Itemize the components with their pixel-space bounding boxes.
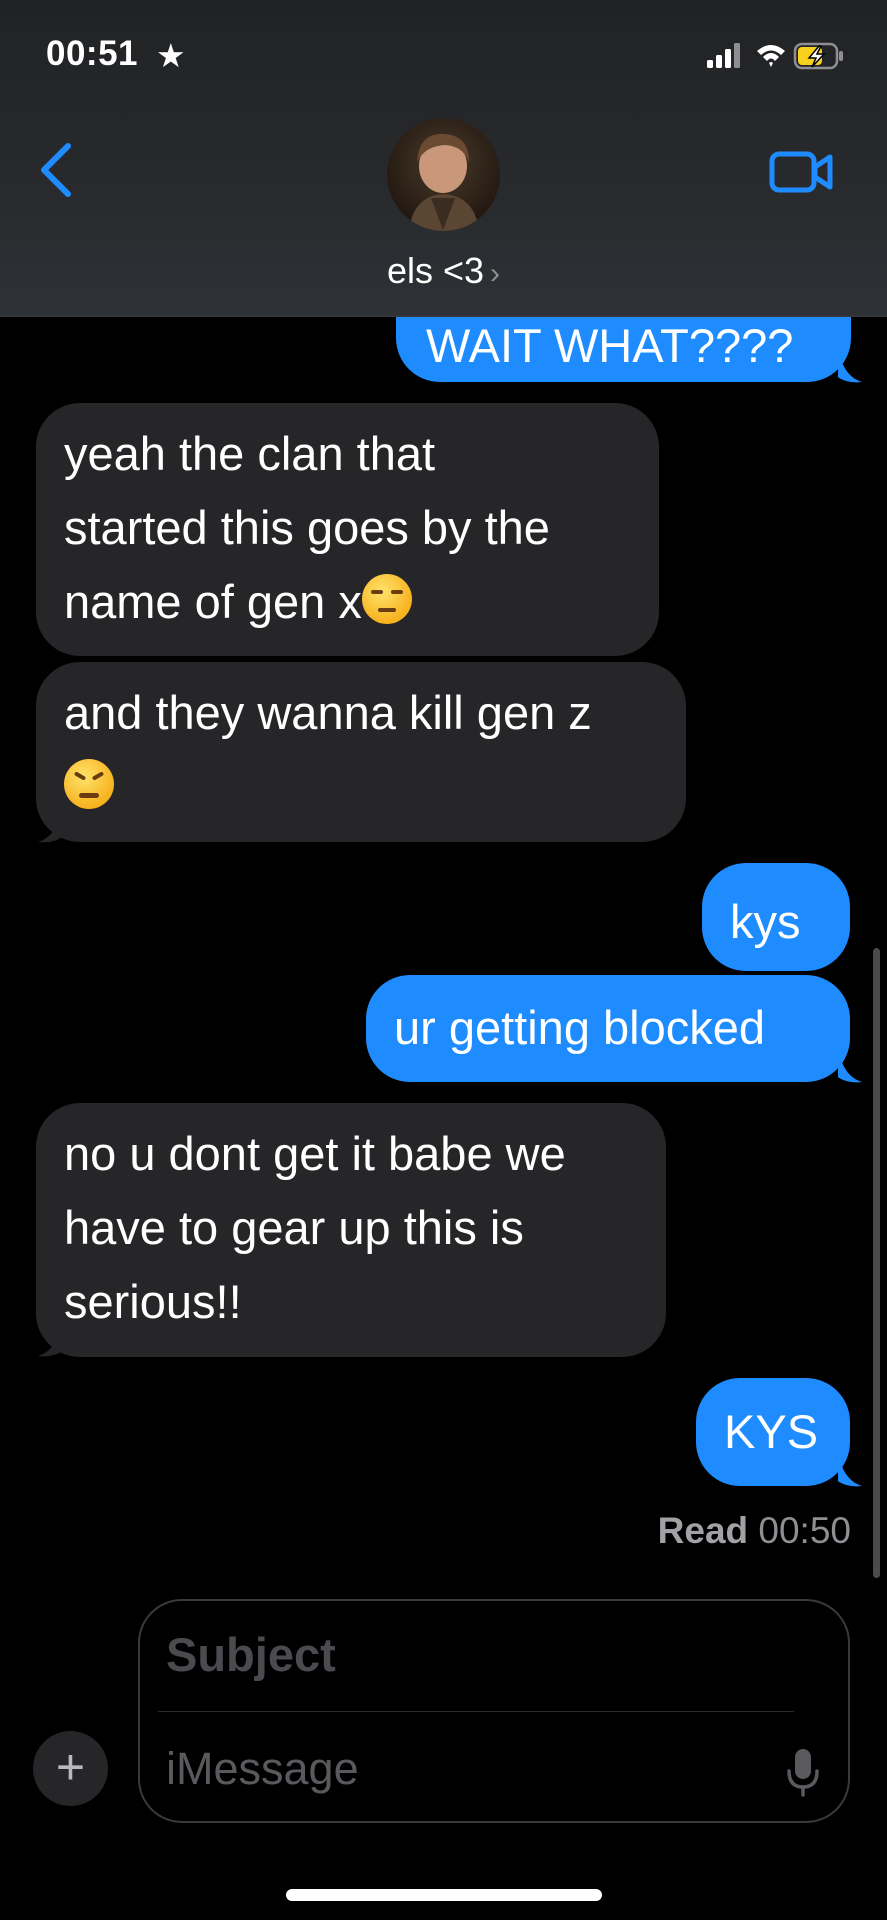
- bubble-tail: [838, 346, 862, 383]
- message-line: no u dont get it babe we: [64, 1127, 566, 1180]
- microphone-icon[interactable]: [786, 1747, 820, 1797]
- chevron-right-icon: ›: [490, 257, 501, 290]
- contact-name[interactable]: els <3 ›: [0, 250, 887, 292]
- bubble-tail: [838, 1046, 862, 1083]
- conversation-header: 00:51 ★ els <3 ›: [0, 0, 887, 317]
- cellular-signal-icon: [707, 43, 740, 68]
- message-line: yeah the clan that: [64, 427, 436, 480]
- message-line: and they wanna kill gen z: [64, 686, 592, 739]
- outgoing-message[interactable]: kys: [702, 863, 850, 971]
- incoming-message[interactable]: yeah the clan that started this goes by …: [36, 403, 659, 656]
- bubble-tail: [38, 806, 62, 843]
- chevron-left-icon[interactable]: [34, 140, 78, 200]
- message-input[interactable]: iMessage: [166, 1743, 359, 1795]
- outgoing-message[interactable]: KYS: [696, 1378, 850, 1486]
- compose-box[interactable]: Subject iMessage: [138, 1599, 850, 1823]
- status-icons: [707, 40, 847, 79]
- wifi-icon: [757, 45, 785, 67]
- message-text: KYS: [724, 1405, 819, 1458]
- outgoing-message[interactable]: ur getting blocked: [366, 975, 850, 1082]
- status-time: 00:51: [46, 34, 139, 73]
- home-indicator[interactable]: [286, 1889, 602, 1901]
- read-receipt: Read 00:50: [657, 1510, 851, 1551]
- battery-charging-icon: [793, 42, 843, 70]
- bubble-tail: [38, 1320, 62, 1357]
- avatar[interactable]: [387, 118, 500, 231]
- star-icon: ★: [156, 37, 186, 74]
- incoming-message[interactable]: no u dont get it babe we have to gear up…: [36, 1103, 666, 1357]
- unamused-face-icon: [361, 574, 412, 624]
- bubble-tail: [838, 1450, 862, 1487]
- add-attachment-button[interactable]: +: [33, 1731, 108, 1806]
- message-line: [64, 750, 658, 824]
- persevering-face-icon: [64, 759, 114, 809]
- message-text: ur getting blocked: [394, 1001, 766, 1054]
- message-text: kys: [730, 895, 801, 948]
- message-line: name of gen x: [64, 565, 631, 639]
- video-camera-icon[interactable]: [769, 150, 833, 194]
- incoming-message[interactable]: and they wanna kill gen z: [36, 662, 686, 842]
- divider: [158, 1711, 794, 1712]
- message-line: started this goes by the: [64, 501, 550, 554]
- subject-field[interactable]: Subject: [166, 1627, 336, 1682]
- message-text: WAIT WHAT????: [426, 319, 794, 372]
- message-line: serious!!: [64, 1275, 242, 1328]
- scrollbar[interactable]: [873, 948, 880, 1578]
- message-line: have to gear up this is: [64, 1201, 524, 1254]
